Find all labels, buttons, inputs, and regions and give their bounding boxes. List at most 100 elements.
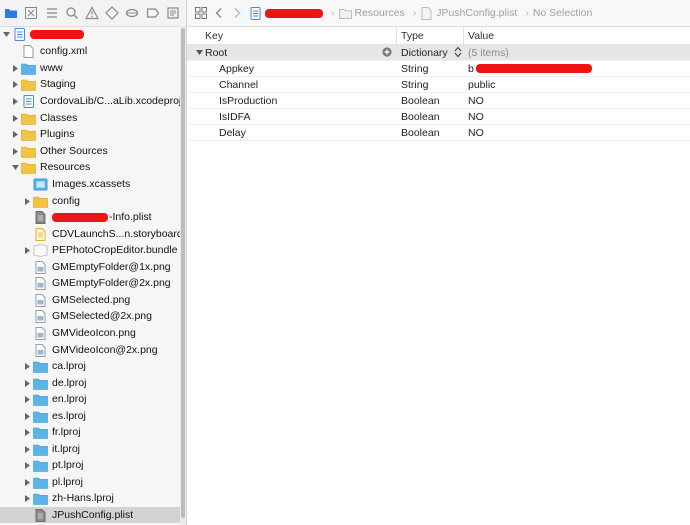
project-item[interactable] <box>0 26 180 42</box>
disclosure-collapsed-icon[interactable] <box>22 490 32 506</box>
plist-value[interactable]: b <box>468 63 474 75</box>
add-icon[interactable] <box>382 47 392 57</box>
debug-icon[interactable] <box>125 5 139 22</box>
test-icon[interactable] <box>105 5 120 22</box>
file-item[interactable]: de.lproj <box>0 375 180 391</box>
plist-value[interactable]: NO <box>468 111 484 123</box>
plist-type[interactable]: Dictionary <box>401 47 448 59</box>
file-item[interactable]: GMEmptyFolder@2x.png <box>0 275 180 291</box>
file-item[interactable]: Resources <box>0 159 180 175</box>
breadcrumb-file[interactable]: JPushConfig.plist <box>420 6 517 20</box>
hierarchy-icon[interactable] <box>44 5 58 22</box>
breadcrumb-resources[interactable]: Resources <box>338 7 405 20</box>
column-header-type[interactable]: Type <box>401 30 424 42</box>
grid-icon[interactable] <box>195 7 207 19</box>
disclosure-expanded-icon[interactable] <box>10 159 20 175</box>
plist-type[interactable]: Boolean <box>401 111 440 123</box>
file-item[interactable]: Staging <box>0 76 180 92</box>
file-item[interactable]: config <box>0 193 180 209</box>
disclosure-collapsed-icon[interactable] <box>10 143 20 159</box>
file-item[interactable]: GMEmptyFolder@1x.png <box>0 259 180 275</box>
file-item[interactable]: Images.xcassets <box>0 176 180 192</box>
column-header-value[interactable]: Value <box>468 30 494 42</box>
file-item[interactable]: es.lproj <box>0 408 180 424</box>
disclosure-collapsed-icon[interactable] <box>22 242 32 258</box>
back-arrow-icon[interactable] <box>213 7 225 19</box>
plist-type[interactable]: Boolean <box>401 127 440 139</box>
disclosure-collapsed-icon[interactable] <box>10 110 20 126</box>
file-item[interactable]: PEPhotoCropEditor.bundle <box>0 242 180 258</box>
navigator-scrollbar[interactable] <box>180 26 186 525</box>
disclosure-collapsed-icon[interactable] <box>22 193 32 209</box>
file-item[interactable]: pt.lproj <box>0 457 180 473</box>
file-item[interactable]: Other Sources <box>0 143 180 159</box>
plist-value[interactable]: public <box>468 79 495 91</box>
plist-value[interactable]: NO <box>468 127 484 139</box>
file-item[interactable]: GMVideoIcon.png <box>0 325 180 341</box>
folder-blue-icon <box>32 442 48 456</box>
disclosure-collapsed-icon[interactable] <box>22 441 32 457</box>
plist-type[interactable]: Boolean <box>401 95 440 107</box>
report-icon[interactable] <box>166 5 180 22</box>
file-item[interactable]: ca.lproj <box>0 358 180 374</box>
plist-row[interactable]: Appkey String b <box>187 61 690 77</box>
source-control-icon[interactable] <box>24 5 38 22</box>
file-item[interactable]: Plugins <box>0 126 180 142</box>
folder-icon[interactable] <box>4 5 18 22</box>
disclosure-collapsed-icon[interactable] <box>22 391 32 407</box>
file-item[interactable]: GMSelected@2x.png <box>0 308 180 324</box>
file-item[interactable]: en.lproj <box>0 391 180 407</box>
file-item[interactable]: Classes <box>0 110 180 126</box>
file-item[interactable]: zh-Hans.lproj <box>0 490 180 506</box>
file-item[interactable]: pl.lproj <box>0 474 180 490</box>
file-item[interactable]: config.xml <box>0 43 180 59</box>
plist-row[interactable]: IsProduction Boolean NO <box>187 93 690 109</box>
plist-row[interactable]: Channel String public <box>187 77 690 93</box>
image-file-icon <box>32 276 48 290</box>
file-item[interactable]: GMVideoIcon@2x.png <box>0 342 180 358</box>
column-header-key[interactable]: Key <box>205 30 223 42</box>
disclosure-collapsed-icon[interactable] <box>10 76 20 92</box>
file-item[interactable]: CordovaLib/C...aLib.xcodeproj <box>0 93 180 109</box>
disclosure-collapsed-icon[interactable] <box>22 474 32 490</box>
forward-arrow-icon[interactable] <box>231 7 243 19</box>
disclosure-expanded-icon[interactable] <box>1 26 11 42</box>
file-item[interactable]: CDVLaunchS...n.storyboard <box>0 226 180 242</box>
file-item[interactable]: www <box>0 60 180 76</box>
disclosure-collapsed-icon[interactable] <box>22 457 32 473</box>
redaction-mark-fill <box>265 8 323 18</box>
breadcrumb-project[interactable] <box>249 6 323 20</box>
disclosure-collapsed-icon[interactable] <box>22 408 32 424</box>
file-item[interactable]: fr.lproj <box>0 424 180 440</box>
plist-row[interactable]: IsIDFA Boolean NO <box>187 109 690 125</box>
plist-value[interactable]: NO <box>468 95 484 107</box>
disclosure-collapsed-icon[interactable] <box>22 358 32 374</box>
breadcrumb-separator: › <box>331 7 335 19</box>
scrollbar-thumb[interactable] <box>181 28 185 518</box>
breakpoint-icon[interactable] <box>146 5 160 22</box>
file-item[interactable]: it.lproj <box>0 441 180 457</box>
disclosure-collapsed-icon[interactable] <box>22 424 32 440</box>
file-item[interactable]: -Info.plist <box>0 209 180 225</box>
file-item[interactable]: JPushConfig.plist <box>0 507 180 523</box>
disclosure-collapsed-icon[interactable] <box>22 375 32 391</box>
disclosure-collapsed-icon[interactable] <box>10 126 20 142</box>
file-item-label: GMEmptyFolder@2x.png <box>52 277 171 289</box>
search-icon[interactable] <box>65 5 79 22</box>
disclosure-expanded-icon[interactable] <box>196 49 203 56</box>
breadcrumb-selection[interactable]: No Selection <box>533 7 593 19</box>
disclosure-collapsed-icon[interactable] <box>10 93 20 109</box>
stepper-icon[interactable] <box>454 46 462 58</box>
disclosure-collapsed-icon[interactable] <box>10 60 20 76</box>
file-item[interactable]: GMSelected.png <box>0 292 180 308</box>
issue-icon[interactable] <box>84 5 99 22</box>
plist-type[interactable]: String <box>401 63 428 75</box>
image-file-icon <box>32 326 48 340</box>
plist-type[interactable]: String <box>401 79 428 91</box>
plist-row-root[interactable]: Root Dictionary (5 items) <box>187 45 690 61</box>
plist-key: Delay <box>219 126 246 139</box>
plist-row[interactable]: Delay Boolean NO <box>187 125 690 141</box>
